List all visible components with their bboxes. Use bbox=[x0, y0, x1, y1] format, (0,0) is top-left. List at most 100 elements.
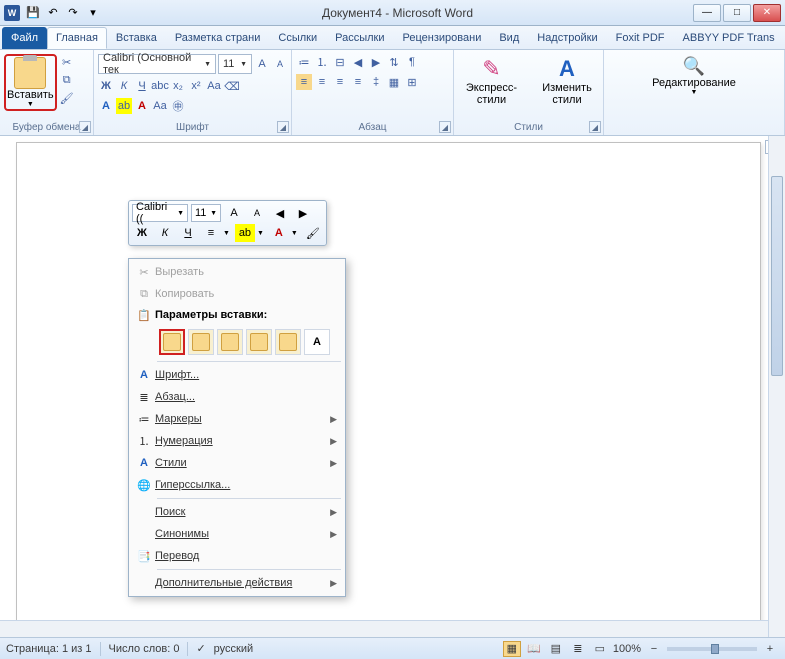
quick-styles-button[interactable]: ✎ Экспресс-стили bbox=[458, 54, 525, 108]
mini-bold-button[interactable]: Ж bbox=[132, 224, 152, 242]
align-center-icon[interactable]: ≡ bbox=[314, 74, 330, 90]
status-page[interactable]: Страница: 1 из 1 bbox=[6, 643, 92, 655]
underline-button[interactable]: Ч bbox=[134, 78, 150, 94]
grow-font-icon[interactable]: A bbox=[254, 56, 270, 72]
document-area[interactable] bbox=[0, 136, 785, 637]
strikethrough-button[interactable]: abc bbox=[152, 78, 168, 94]
text-effects-button[interactable]: A bbox=[98, 98, 114, 114]
mini-italic-button[interactable]: К bbox=[155, 224, 175, 242]
web-layout-view-button[interactable]: ▤ bbox=[547, 641, 565, 657]
editing-button[interactable]: 🔍 Редактирование ▼ bbox=[648, 54, 740, 98]
tab-abbyy-pdf[interactable]: ABBYY PDF Trans bbox=[674, 27, 784, 49]
clipboard-launcher[interactable]: ◢ bbox=[79, 121, 91, 133]
highlight-button[interactable]: ab bbox=[116, 98, 132, 114]
close-button[interactable]: ✕ bbox=[753, 4, 781, 22]
zoom-thumb[interactable] bbox=[711, 644, 719, 654]
mini-format-painter-icon[interactable]: 🖌 bbox=[303, 224, 323, 242]
multilevel-button[interactable]: ⊟ bbox=[332, 54, 348, 70]
borders-button[interactable]: ⊞ bbox=[404, 74, 420, 90]
paragraph-launcher[interactable]: ◢ bbox=[439, 121, 451, 133]
status-word-count[interactable]: Число слов: 0 bbox=[109, 643, 180, 655]
format-painter-icon[interactable]: 🖌 bbox=[59, 90, 75, 106]
menu-translate[interactable]: 📑Перевод bbox=[131, 545, 343, 567]
clear-format-icon[interactable]: ⌫ bbox=[224, 78, 240, 94]
status-language[interactable]: русский bbox=[214, 643, 253, 655]
font-color-button[interactable]: A bbox=[134, 98, 150, 114]
zoom-out-button[interactable]: − bbox=[645, 641, 663, 657]
print-layout-view-button[interactable]: ▦ bbox=[503, 641, 521, 657]
mini-font-select[interactable]: Calibri ((▼ bbox=[132, 204, 188, 222]
font-launcher[interactable]: ◢ bbox=[277, 121, 289, 133]
undo-icon[interactable]: ↶ bbox=[44, 4, 62, 22]
mini-decrease-indent-icon[interactable]: ◀ bbox=[270, 204, 290, 222]
tab-review[interactable]: Рецензировани bbox=[394, 27, 491, 49]
minimize-button[interactable]: — bbox=[693, 4, 721, 22]
justify-icon[interactable]: ≡ bbox=[350, 74, 366, 90]
enclose-char-button[interactable]: ㊥ bbox=[170, 98, 186, 114]
zoom-level[interactable]: 100% bbox=[613, 643, 641, 655]
qat-dropdown-icon[interactable]: ▾ bbox=[84, 4, 102, 22]
chevron-down-icon[interactable]: ▼ bbox=[255, 230, 266, 237]
vertical-scrollbar[interactable] bbox=[768, 136, 785, 637]
line-spacing-icon[interactable]: ‡ bbox=[368, 74, 384, 90]
save-icon[interactable]: 💾 bbox=[24, 4, 42, 22]
subscript-button[interactable]: x₂ bbox=[170, 78, 186, 94]
numbering-button[interactable]: ⒈ bbox=[314, 54, 330, 70]
mini-grow-font-icon[interactable]: A bbox=[224, 204, 244, 222]
menu-bullets[interactable]: ≔Маркеры▶ bbox=[131, 408, 343, 430]
shading-button[interactable]: ▦ bbox=[386, 74, 402, 90]
paste-button[interactable]: Вставить ▼ bbox=[4, 54, 57, 111]
decrease-indent-icon[interactable]: ◀ bbox=[350, 54, 366, 70]
change-styles-button[interactable]: A Изменить стили bbox=[535, 54, 599, 108]
paste-link-button[interactable] bbox=[275, 329, 301, 355]
shrink-font-icon[interactable]: A bbox=[272, 56, 288, 72]
align-left-icon[interactable]: ≡ bbox=[296, 74, 312, 90]
char-shading-button[interactable]: Aa bbox=[152, 98, 168, 114]
change-case-button[interactable]: Aa bbox=[206, 78, 222, 94]
mini-size-select[interactable]: 11▼ bbox=[191, 204, 221, 222]
menu-search[interactable]: Поиск▶ bbox=[131, 501, 343, 523]
paste-merge-button[interactable] bbox=[188, 329, 214, 355]
menu-numbering[interactable]: ⒈Нумерация▶ bbox=[131, 430, 343, 452]
mini-highlight-button[interactable]: ab bbox=[235, 224, 255, 242]
menu-paragraph[interactable]: ≣Абзац... bbox=[131, 386, 343, 408]
copy-icon[interactable]: ⧉ bbox=[59, 72, 75, 88]
italic-button[interactable]: К bbox=[116, 78, 132, 94]
tab-addins[interactable]: Надстройки bbox=[528, 27, 606, 49]
tab-references[interactable]: Ссылки bbox=[269, 27, 326, 49]
full-reading-view-button[interactable]: 📖 bbox=[525, 641, 543, 657]
menu-font[interactable]: AШрифт... bbox=[131, 364, 343, 386]
show-marks-icon[interactable]: ¶ bbox=[404, 54, 420, 70]
draft-view-button[interactable]: ▭ bbox=[591, 641, 609, 657]
tab-home[interactable]: Главная bbox=[47, 27, 107, 49]
mini-underline-button[interactable]: Ч bbox=[178, 224, 198, 242]
cut-icon[interactable]: ✂ bbox=[59, 54, 75, 70]
tab-insert[interactable]: Вставка bbox=[107, 27, 166, 49]
menu-styles[interactable]: AСтили▶ bbox=[131, 452, 343, 474]
tab-page-layout[interactable]: Разметка страни bbox=[166, 27, 270, 49]
status-proof-icon[interactable]: ✓ bbox=[196, 642, 205, 655]
chevron-down-icon[interactable]: ▼ bbox=[221, 230, 232, 237]
zoom-slider[interactable] bbox=[667, 647, 757, 651]
menu-synonyms[interactable]: Синонимы▶ bbox=[131, 523, 343, 545]
mini-increase-indent-icon[interactable]: ▶ bbox=[293, 204, 313, 222]
bullets-button[interactable]: ≔ bbox=[296, 54, 312, 70]
horizontal-scrollbar[interactable] bbox=[0, 620, 768, 637]
font-size-select[interactable]: 11▼ bbox=[218, 54, 252, 74]
redo-icon[interactable]: ↷ bbox=[64, 4, 82, 22]
sort-icon[interactable]: ⇅ bbox=[386, 54, 402, 70]
menu-additional-actions[interactable]: Дополнительные действия▶ bbox=[131, 572, 343, 594]
bold-button[interactable]: Ж bbox=[98, 78, 114, 94]
paste-text-only-button[interactable]: A bbox=[304, 329, 330, 355]
increase-indent-icon[interactable]: ▶ bbox=[368, 54, 384, 70]
tab-mailings[interactable]: Рассылки bbox=[326, 27, 393, 49]
maximize-button[interactable]: □ bbox=[723, 4, 751, 22]
font-name-select[interactable]: Calibri (Основной тек▼ bbox=[98, 54, 216, 74]
scroll-thumb[interactable] bbox=[771, 176, 783, 376]
paste-picture-button[interactable] bbox=[246, 329, 272, 355]
chevron-down-icon[interactable]: ▼ bbox=[289, 230, 300, 237]
menu-hyperlink[interactable]: 🌐Гиперссылка... bbox=[131, 474, 343, 496]
tab-foxit-pdf[interactable]: Foxit PDF bbox=[607, 27, 674, 49]
align-right-icon[interactable]: ≡ bbox=[332, 74, 348, 90]
paste-use-dest-button[interactable] bbox=[217, 329, 243, 355]
